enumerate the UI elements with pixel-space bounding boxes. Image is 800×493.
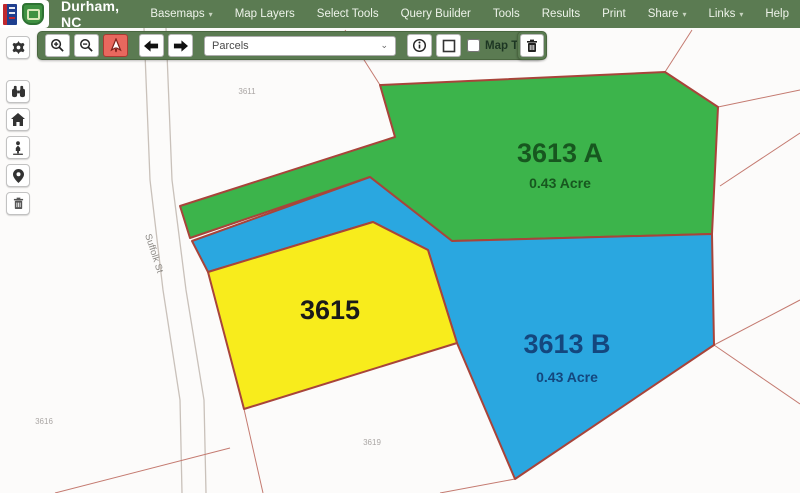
bg-parcel-label-3616: 3616 xyxy=(35,417,53,426)
map-toolbar: Parcels ⌄ Map Tips xyxy=(37,31,543,60)
eraser-trash-icon xyxy=(13,197,24,210)
svg-text:0.43 Acre: 0.43 Acre xyxy=(536,369,598,385)
logo-area[interactable] xyxy=(0,0,49,28)
svg-text:0.43 Acre: 0.43 Acre xyxy=(529,175,591,191)
svg-text:3615: 3615 xyxy=(300,295,360,325)
identify-icon xyxy=(412,38,427,53)
home-button[interactable] xyxy=(6,108,30,131)
menu-share[interactable]: Share▾ xyxy=(637,0,698,28)
map-tips-checkbox[interactable] xyxy=(467,39,480,52)
home-icon xyxy=(11,113,25,126)
pegman-icon xyxy=(12,141,24,155)
location-button[interactable] xyxy=(6,164,30,187)
svg-text:3613 A: 3613 A xyxy=(517,138,603,168)
clear-selection-button[interactable] xyxy=(520,34,544,57)
chevron-down-icon: ▾ xyxy=(682,10,686,19)
menu-print[interactable]: Print xyxy=(591,0,637,28)
top-navbar: Durham, NC Basemaps▾ Map Layers Select T… xyxy=(0,0,800,28)
menu-map-layers[interactable]: Map Layers xyxy=(224,0,306,28)
rectangle-select-icon xyxy=(442,39,456,53)
streetview-button[interactable] xyxy=(6,136,30,159)
menu-query-builder[interactable]: Query Builder xyxy=(390,0,482,28)
identify-button[interactable] xyxy=(407,34,432,57)
durham-city-logo-icon xyxy=(3,4,17,25)
chevron-down-icon: ▾ xyxy=(209,10,213,19)
zoom-in-icon xyxy=(50,38,65,53)
menu-tools[interactable]: Tools xyxy=(482,0,531,28)
pin-icon xyxy=(13,169,24,183)
forward-arrow-icon xyxy=(173,40,188,52)
binoculars-icon xyxy=(11,85,26,98)
bg-parcel-label-3619: 3619 xyxy=(363,438,381,447)
erase-button[interactable] xyxy=(6,192,30,215)
parcel-3613B-label: 3613 B 0.43 Acre xyxy=(523,329,610,385)
parcel-3615-label: 3615 xyxy=(300,295,360,325)
zoom-out-button[interactable] xyxy=(74,34,99,57)
select-pointer-icon xyxy=(109,38,123,53)
map-canvas[interactable]: 3613 A 0.43 Acre 3615 3613 B 0.43 Acre 3… xyxy=(0,0,800,493)
search-button[interactable] xyxy=(6,80,30,103)
chevron-down-icon: ▾ xyxy=(739,10,743,19)
menu-basemaps[interactable]: Basemaps▾ xyxy=(139,0,223,28)
forward-button[interactable] xyxy=(168,34,193,57)
back-button[interactable] xyxy=(139,34,164,57)
zoom-in-button[interactable] xyxy=(45,34,70,57)
svg-text:3613 B: 3613 B xyxy=(523,329,610,359)
layer-select-value: Parcels xyxy=(212,40,249,52)
menu-select-tools[interactable]: Select Tools xyxy=(306,0,390,28)
menu-results[interactable]: Results xyxy=(531,0,591,28)
layer-select[interactable]: Parcels ⌄ xyxy=(204,36,396,56)
settings-button[interactable] xyxy=(6,36,30,59)
menu-bar: Basemaps▾ Map Layers Select Tools Query … xyxy=(139,0,800,28)
rectangle-select-button[interactable] xyxy=(436,34,461,57)
menu-help[interactable]: Help xyxy=(754,0,800,28)
bg-parcel-label-3611: 3611 xyxy=(238,87,256,96)
parcel-3613A-label: 3613 A 0.43 Acre xyxy=(517,138,603,191)
gomaps-shield-logo-icon xyxy=(22,3,44,25)
clear-selection-box xyxy=(517,31,547,60)
gear-icon xyxy=(11,40,26,55)
chevron-down-icon: ⌄ xyxy=(380,40,388,51)
back-arrow-icon xyxy=(144,40,159,52)
select-pointer-button[interactable] xyxy=(103,34,128,57)
menu-links[interactable]: Links▾ xyxy=(697,0,754,28)
zoom-out-icon xyxy=(79,38,94,53)
app-title: Durham, NC xyxy=(61,0,129,30)
trash-icon xyxy=(526,39,538,53)
